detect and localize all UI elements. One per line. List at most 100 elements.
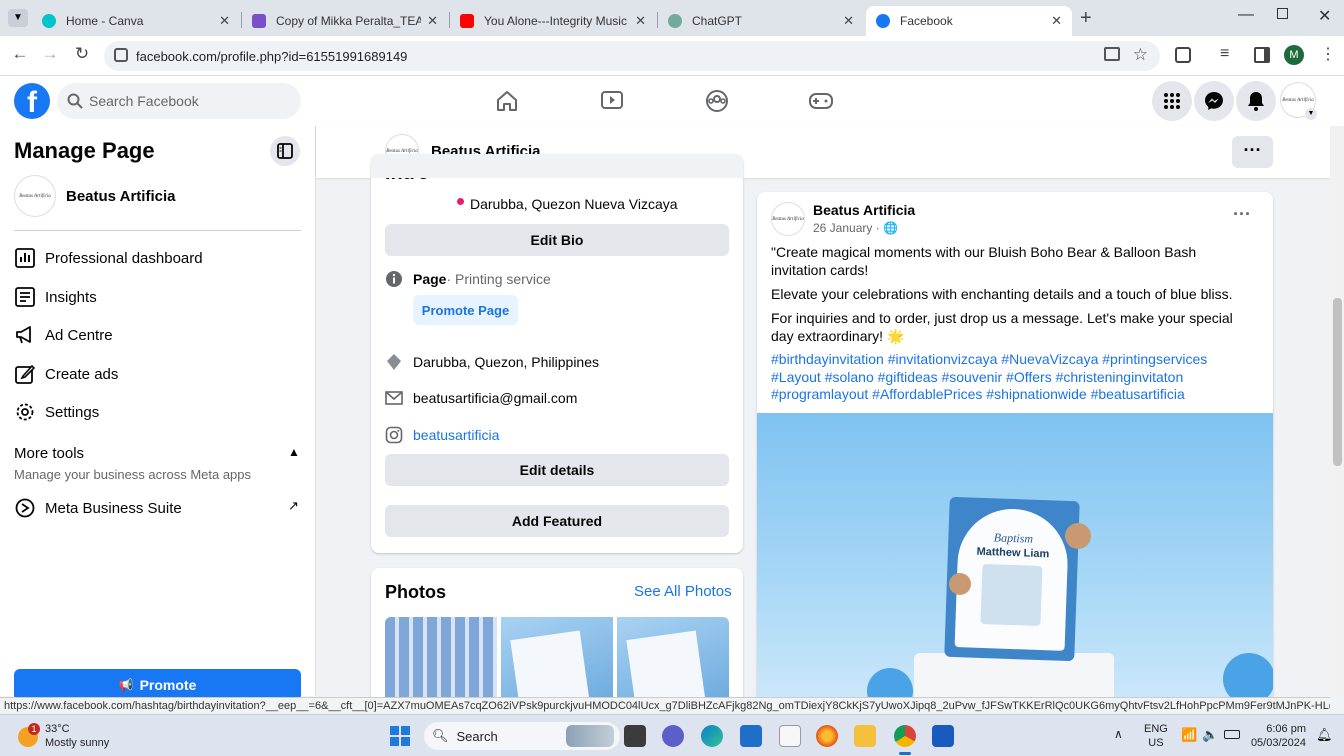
meta-business-suite-link[interactable]: Meta Business Suite (14, 497, 182, 519)
firefox-icon[interactable] (816, 725, 838, 747)
see-all-photos-link[interactable]: See All Photos (634, 583, 732, 600)
post-image[interactable]: Baptism Matthew Liam (757, 413, 1273, 708)
video-nav-icon[interactable] (599, 89, 625, 113)
search-facebook-input[interactable]: Search Facebook (57, 83, 301, 119)
address-bar[interactable]: facebook.com/profile.php?id=615519916891… (104, 41, 1160, 71)
browser-tab-facebook[interactable]: Facebook ✕ (866, 6, 1072, 36)
post-more-options-icon[interactable]: ··· (1233, 204, 1251, 225)
tab-title: Facebook (900, 14, 953, 28)
reload-icon[interactable]: ↻ (70, 44, 94, 64)
wifi-icon[interactable]: 📶 (1181, 727, 1197, 743)
post-hashtags[interactable]: #birthdayinvitation #invitationvizcaya #… (771, 351, 1255, 404)
photo-thumbnail[interactable] (385, 617, 497, 707)
post-author-name[interactable]: Beatus Artificia (813, 202, 915, 218)
sidebar-item-settings[interactable]: Settings (14, 401, 99, 423)
email-text[interactable]: beatusartificia@gmail.com (413, 390, 577, 406)
browser-tab-chatgpt[interactable]: ChatGPT ✕ (658, 6, 864, 36)
tab-list-dropdown-icon[interactable]: ▼ (8, 9, 28, 27)
tab-title: You Alone---Integrity Music wit (484, 14, 630, 28)
microsoft-store-icon[interactable] (740, 725, 762, 747)
profile-more-options-button[interactable]: ··· (1232, 136, 1273, 168)
windows-start-icon[interactable] (390, 726, 410, 746)
gear-icon (14, 401, 36, 423)
battery-icon[interactable] (1224, 730, 1240, 739)
post-date[interactable]: 26 January · 🌐 (813, 221, 898, 235)
browser-tab-bar: ▼ Home - Canva ✕ Copy of Mikka Peralta_T… (0, 0, 1344, 36)
taskbar-search-box[interactable]: 🔍︎ Search (424, 722, 620, 750)
gaming-nav-icon[interactable] (808, 89, 834, 113)
url-text: facebook.com/profile.php?id=615519916891… (136, 48, 408, 64)
close-tab-icon[interactable]: ✕ (843, 13, 854, 29)
chrome-icon[interactable] (894, 725, 916, 747)
volume-icon[interactable]: 🔈 (1202, 727, 1218, 743)
close-window-icon[interactable]: ✕ (1318, 6, 1331, 26)
weather-condition: Mostly sunny (45, 737, 110, 749)
browser-tab-copy-of-mikka[interactable]: Copy of Mikka Peralta_TEA Inte ✕ (242, 6, 448, 36)
bookmark-star-icon[interactable]: ☆ (1133, 45, 1148, 65)
messenger-icon[interactable] (1194, 81, 1234, 121)
close-tab-icon[interactable]: ✕ (635, 13, 646, 29)
sidebar-item-label: Professional dashboard (45, 249, 203, 267)
account-chevron-down-icon[interactable]: ▼ (1305, 108, 1317, 120)
browser-tab-canva[interactable]: Home - Canva ✕ (32, 6, 240, 36)
promote-page-button[interactable]: Promote Page (413, 295, 518, 325)
sidebar-item-professional-dashboard[interactable]: Professional dashboard (14, 247, 203, 269)
task-view-icon[interactable] (624, 725, 646, 747)
amazon-app-icon[interactable] (779, 725, 801, 747)
taskbar-search-label: Search (456, 728, 498, 744)
chevron-up-icon[interactable]: ▲ (288, 445, 300, 459)
scrollbar-thumb[interactable] (1333, 298, 1342, 466)
add-featured-button[interactable]: Add Featured (385, 505, 729, 537)
clock-date: 05/03/2024 (1250, 737, 1306, 749)
home-nav-icon[interactable] (494, 89, 520, 113)
location-pin-icon (385, 353, 403, 371)
page-scrollbar[interactable] (1330, 126, 1344, 696)
close-tab-icon[interactable]: ✕ (219, 13, 230, 29)
media-control-icon[interactable]: ≡ (1220, 45, 1229, 63)
browser-menu-icon[interactable]: ⋮ (1320, 44, 1336, 64)
menu-grid-icon[interactable] (1152, 81, 1192, 121)
sidebar-item-ad-centre[interactable]: Ad Centre (14, 324, 113, 346)
close-tab-icon[interactable]: ✕ (1051, 13, 1062, 29)
sidebar-item-label: Meta Business Suite (45, 499, 182, 517)
edit-details-button[interactable]: Edit details (385, 454, 729, 486)
browser-tab-youtube[interactable]: You Alone---Integrity Music wit ✕ (450, 6, 656, 36)
language-code: ENG (1144, 723, 1168, 735)
side-panel-icon[interactable] (1254, 47, 1270, 63)
restore-window-icon[interactable] (1277, 8, 1288, 19)
forward-icon[interactable]: → (38, 44, 62, 64)
sidebar-item-insights[interactable]: Insights (14, 286, 97, 308)
close-tab-icon[interactable]: ✕ (427, 13, 438, 29)
show-hidden-icons-chevron-up-icon[interactable]: ∧ (1114, 727, 1123, 741)
edit-bio-button[interactable]: Edit Bio (385, 224, 729, 256)
weather-widget[interactable]: 1 33°C Mostly sunny (18, 721, 118, 753)
sidebar-item-create-ads[interactable]: Create ads (14, 363, 118, 385)
page-avatar[interactable]: Beatus Artificia (14, 175, 56, 217)
site-info-icon[interactable] (114, 48, 128, 62)
groups-nav-icon[interactable] (704, 89, 730, 113)
post-author-avatar[interactable]: Beatus Artificia (771, 202, 805, 236)
extensions-icon[interactable] (1175, 47, 1191, 63)
photo-thumbnail[interactable] (617, 617, 729, 708)
minimize-window-icon[interactable]: — (1238, 6, 1254, 24)
notifications-bell-icon[interactable] (1236, 81, 1276, 121)
notification-bell-icon[interactable]: 🔔︎ (1316, 727, 1333, 743)
back-icon[interactable]: ← (8, 44, 32, 64)
language-indicator[interactable]: ENG US (1144, 722, 1168, 750)
page-name[interactable]: Beatus Artificia (66, 188, 175, 205)
chat-app-icon[interactable] (662, 725, 684, 747)
new-tab-icon[interactable]: + (1080, 7, 1092, 30)
active-app-indicator (899, 752, 911, 755)
clock[interactable]: 6:06 pm 05/03/2024 (1250, 722, 1306, 750)
profile-avatar[interactable]: M (1284, 45, 1304, 65)
install-app-icon[interactable] (1104, 47, 1120, 61)
edge-browser-icon[interactable] (701, 725, 723, 747)
instagram-link[interactable]: beatusartificia (413, 427, 499, 443)
word-icon[interactable] (932, 725, 954, 747)
facebook-logo-icon[interactable]: f (14, 83, 50, 119)
sidebar-toggle-icon[interactable] (270, 136, 300, 166)
photo-thumbnail[interactable] (501, 617, 613, 708)
facebook-favicon-icon (876, 14, 890, 28)
tab-title: Home - Canva (66, 14, 144, 28)
file-explorer-icon[interactable] (854, 725, 876, 747)
